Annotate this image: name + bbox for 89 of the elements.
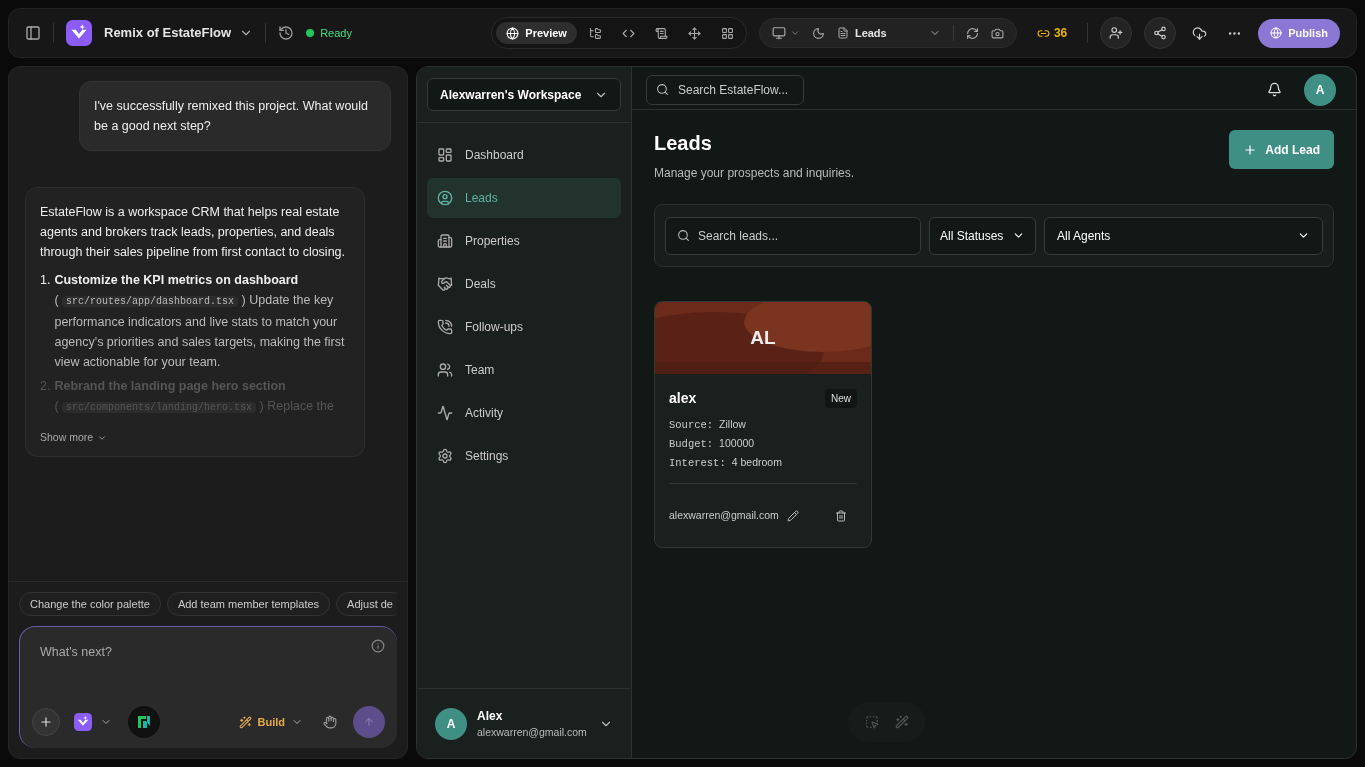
users-icon [437, 362, 453, 378]
search-icon [677, 228, 690, 242]
field-value: 100000 [719, 435, 755, 451]
refresh-icon[interactable] [965, 26, 979, 40]
send-button[interactable] [353, 706, 385, 738]
globe-icon [1270, 27, 1283, 39]
sidebar-toggle-icon[interactable] [25, 25, 41, 41]
dashboard-icon [437, 147, 453, 163]
agent-select[interactable]: All Agents [1044, 216, 1323, 255]
pulse-icon [437, 405, 453, 421]
add-lead-button[interactable]: Add Lead [1229, 130, 1334, 169]
step-description: ( src/routes/app/dashboard.tsx ) Update the key performance indicators and live stats to match your agency's priorities and sales targets, making the first view actionable for your team. [54, 292, 346, 371]
logo-icon [74, 713, 92, 731]
camera-icon[interactable] [990, 26, 1004, 40]
search-icon [656, 82, 669, 96]
lead-search-field[interactable]: Search leads... [665, 216, 921, 255]
scroll-icon [654, 26, 668, 40]
field-value: Zillow [719, 417, 746, 432]
grid-icon [720, 26, 734, 40]
invite-button[interactable] [1100, 17, 1133, 49]
globe-icon [506, 26, 520, 40]
share-icon [1153, 26, 1168, 40]
workspace-selector[interactable]: Alexwarren's Workspace [427, 78, 621, 111]
building-icon [437, 233, 453, 249]
nav-item[interactable]: Deals [427, 264, 621, 304]
mode-selector[interactable]: Build [238, 713, 303, 731]
lead-card[interactable]: AL alex New Source: Zillow Budget: 100000 Interest: 4 bedroom alexwarren@gmail.com [654, 301, 872, 548]
user-name: Alex [477, 707, 504, 725]
bell-icon[interactable] [1267, 82, 1282, 97]
message-field[interactable]: What's next? Build [19, 626, 397, 748]
message-text: EstateFlow is a workspace CRM that helps real estate agents and brokers track leads, properties, and deals through their sales pipeline from first contact to closing. [40, 204, 346, 261]
profile-avatar[interactable]: A [1304, 73, 1336, 106]
page-selector[interactable]: Leads [836, 24, 917, 42]
user-avatar: A [435, 707, 467, 740]
info-icon[interactable] [371, 639, 385, 653]
status-badge: New [825, 389, 857, 408]
nav-item[interactable]: Team [427, 350, 621, 390]
user-icon [437, 190, 453, 206]
share-button[interactable] [1144, 17, 1177, 49]
step-number: 1. [40, 272, 51, 289]
plus-icon [1243, 142, 1258, 157]
field-value: 4 bedroom [731, 454, 782, 470]
integration-icon[interactable] [128, 706, 160, 738]
page-subtitle: Manage your prospects and inquiries. [654, 165, 855, 182]
nav-item[interactable]: Dashboard [427, 135, 621, 175]
nav-item[interactable]: Settings [427, 436, 621, 476]
field-label: Budget: [669, 436, 714, 452]
file-icon [836, 27, 849, 39]
user-message: I've successfully remixed this project. What would be a good next step? [79, 81, 391, 151]
wand-icon [238, 715, 252, 729]
credits-count: 36 [1053, 25, 1068, 42]
delete-icon[interactable] [834, 510, 847, 523]
suggestion-chip[interactable]: Adjust de [336, 592, 397, 616]
move-icon [687, 26, 701, 40]
step-title: Customize the KPI metrics on dashboard [54, 272, 300, 289]
plus-icon [39, 715, 53, 729]
status-text: Ready [320, 25, 352, 41]
nav-item[interactable]: Leads [427, 178, 621, 218]
history-icon[interactable] [278, 25, 295, 41]
user-plus-icon [1109, 26, 1124, 40]
view-tab[interactable]: Preview [496, 22, 577, 44]
publish-button[interactable]: Publish [1258, 18, 1340, 48]
suggestion-chip[interactable]: Add team member templates [166, 592, 331, 616]
monitor-icon[interactable] [771, 26, 786, 40]
lead-email: alexwarren@gmail.com [669, 508, 779, 524]
show-more-button[interactable]: Show more [40, 430, 108, 446]
add-button[interactable] [32, 708, 60, 736]
download-icon[interactable] [1192, 25, 1208, 41]
project-name[interactable]: Remix of EstateFlow [104, 23, 232, 43]
nav-item[interactable]: Activity [427, 393, 621, 433]
tree-icon [588, 26, 602, 40]
moon-icon[interactable] [811, 26, 825, 40]
edit-icon[interactable] [786, 510, 799, 523]
search-field[interactable]: Search EstateFlow... [646, 74, 804, 105]
lead-initials: AL [750, 325, 776, 350]
suggestion-chip[interactable]: Change the color palette [19, 592, 161, 616]
handshake-icon [437, 276, 453, 292]
lead-name: alex [669, 389, 697, 408]
nav-item[interactable]: Properties [427, 221, 621, 261]
field-label: Interest: [669, 455, 726, 471]
status-select[interactable]: All Statuses [929, 216, 1036, 255]
user-email: alexwarren@gmail.com [477, 724, 588, 740]
settings-icon [437, 448, 453, 464]
phone-icon [437, 319, 453, 335]
field-label: Source: [669, 418, 714, 433]
arrow-up-icon [363, 716, 375, 728]
logo-icon [66, 20, 92, 46]
page-title: Leads [654, 131, 713, 156]
nav-item[interactable]: Follow-ups [427, 307, 621, 347]
